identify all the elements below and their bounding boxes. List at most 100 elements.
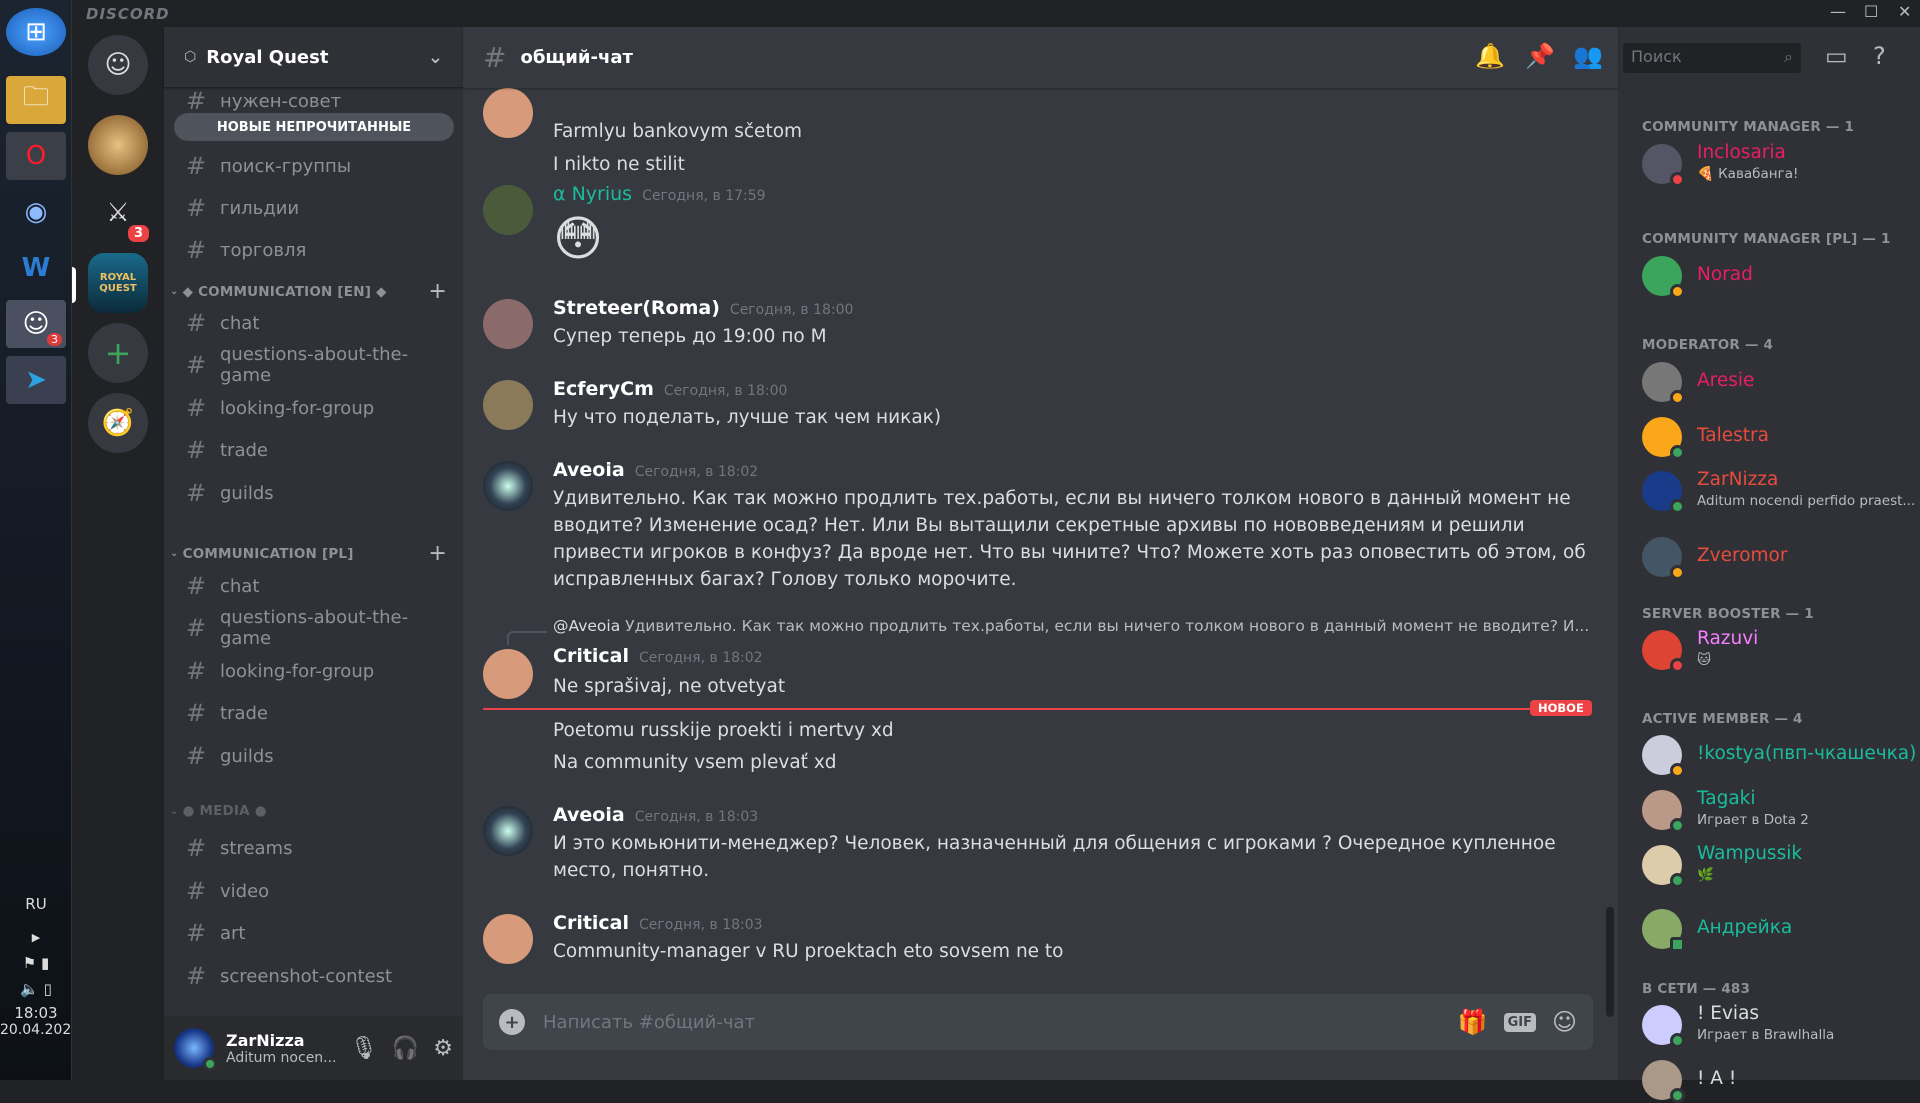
discord-taskbar-icon[interactable]: ☺ 3	[6, 300, 66, 348]
member-item[interactable]: Razuvi 🐱	[1642, 628, 1912, 673]
author-name[interactable]: Aveoia	[553, 804, 625, 826]
category-header[interactable]: ⌄ ● MEDIA ●	[170, 803, 455, 819]
help-icon[interactable]: ?	[1873, 42, 1886, 70]
chevron-down-icon[interactable]: ⌄	[428, 47, 443, 68]
attach-plus-icon[interactable]: +	[499, 1009, 525, 1035]
message-input[interactable]: Написать #общий-чат	[543, 1012, 755, 1033]
author-name[interactable]: Critical	[553, 645, 629, 667]
category-header[interactable]: ⌄ COMMUNICATION [PL] +	[170, 541, 455, 566]
avatar[interactable]	[483, 461, 533, 511]
channel-item[interactable]: # art	[174, 913, 454, 953]
channel-item[interactable]: # guilds	[174, 473, 454, 513]
member-item[interactable]: Inclosaria 🍕 Кавабанга!	[1642, 142, 1912, 187]
server-icon[interactable]: ⚔ 3	[88, 183, 152, 245]
emoji-picker-icon[interactable]: ☺	[1552, 1008, 1577, 1036]
message-composer[interactable]: + Написать #общий-чат 🎁 GIF ☺	[483, 994, 1593, 1050]
close-button[interactable]: ✕	[1898, 2, 1911, 21]
channel-item[interactable]: # chat	[174, 566, 454, 606]
member-item[interactable]: Talestra	[1642, 415, 1912, 460]
channel-item[interactable]: # guilds	[174, 736, 454, 776]
create-channel-plus-icon[interactable]: +	[428, 541, 447, 566]
member-item[interactable]: ZarNizza Aditum nocendi perfido praest...	[1642, 469, 1915, 514]
avatar[interactable]	[483, 88, 533, 138]
member-item[interactable]: Zveromor	[1642, 535, 1912, 580]
clock-time[interactable]: 18:03	[0, 1004, 72, 1022]
settings-gear-icon[interactable]: ⚙	[433, 1036, 453, 1061]
member-item[interactable]: Aresie	[1642, 360, 1912, 405]
channel-item[interactable]: # нужен-совет	[174, 87, 454, 115]
avatar[interactable]	[483, 649, 533, 699]
channel-item[interactable]: # questions-about-the-game	[174, 344, 454, 386]
reply-preview[interactable]: @Aveoia Удивительно. Как так можно продл…	[553, 617, 1589, 635]
channel-item[interactable]: # trade	[174, 430, 454, 470]
network-icon[interactable]: ⚑ ▮	[0, 954, 72, 972]
member-item[interactable]: ! A !	[1642, 1058, 1912, 1103]
language-indicator[interactable]: RU	[0, 895, 72, 913]
add-server-button[interactable]: +	[88, 323, 148, 383]
scrollbar[interactable]	[1606, 907, 1614, 1017]
member-item[interactable]: Norad	[1642, 254, 1912, 299]
server-header[interactable]: ⬡ Royal Quest ⌄	[164, 27, 463, 88]
member-item[interactable]: Tagaki Играет в Dota 2	[1642, 788, 1912, 833]
word-icon[interactable]: W	[6, 244, 66, 292]
server-royal-quest[interactable]: ROYAL QUEST	[88, 253, 148, 313]
channel-item[interactable]: # looking-for-group	[174, 388, 454, 428]
tray-expand-icon[interactable]: ▶	[0, 931, 72, 944]
telegram-icon[interactable]: ➤	[6, 356, 66, 404]
channel-item[interactable]: # гильдии	[174, 188, 454, 228]
member-item[interactable]: Wampussik 🌿	[1642, 843, 1912, 888]
member-item[interactable]: ! Evias Играет в Brawlhalla	[1642, 1003, 1912, 1048]
channel-item[interactable]: # поиск-группы	[174, 146, 454, 186]
server-icon[interactable]	[88, 115, 148, 175]
inbox-icon[interactable]: ▭	[1825, 42, 1848, 70]
channel-item[interactable]: # screenshot-contest	[174, 956, 454, 996]
avatar[interactable]	[483, 299, 533, 349]
channel-item[interactable]: # trade	[174, 693, 454, 733]
explore-servers-compass-icon[interactable]: 🧭	[88, 393, 148, 453]
avatar[interactable]	[483, 380, 533, 430]
search-input[interactable]: Поиск ⌕	[1623, 43, 1801, 73]
channel-item[interactable]: # looking-for-group	[174, 651, 454, 691]
avatar[interactable]	[483, 185, 533, 235]
headphones-icon[interactable]: 🎧	[392, 1036, 419, 1061]
microphone-icon[interactable]: 🎙	[350, 1036, 378, 1061]
user-info[interactable]: ZarNizza Aditum nocen...	[226, 1031, 337, 1066]
hash-icon: #	[186, 87, 207, 115]
status-online-icon	[1670, 1088, 1685, 1103]
members-icon[interactable]: 👥	[1573, 42, 1603, 70]
gift-icon[interactable]: 🎁	[1458, 1008, 1488, 1036]
minimize-button[interactable]: —	[1830, 2, 1846, 21]
author-name[interactable]: EcferyCm	[553, 378, 654, 400]
pin-icon[interactable]: 📌	[1525, 42, 1555, 70]
home-button[interactable]: ☺	[88, 35, 148, 95]
channel-item[interactable]: # streams	[174, 828, 454, 868]
member-activity: 🐱	[1697, 652, 1712, 668]
start-button[interactable]: ⊞	[6, 8, 66, 56]
channel-item[interactable]: # video	[174, 871, 454, 911]
channel-item[interactable]: # торговля	[174, 230, 454, 270]
volume-icon[interactable]: 🔈 ▯	[0, 980, 72, 998]
author-name[interactable]: Critical	[553, 912, 629, 934]
app-icon[interactable]: ◉	[6, 188, 66, 236]
avatar[interactable]	[174, 1028, 217, 1071]
new-unreads-pill[interactable]: НОВЫЕ НЕПРОЧИТАННЫЕ	[174, 113, 454, 141]
create-channel-plus-icon[interactable]: +	[428, 279, 447, 304]
channel-name: art	[220, 922, 246, 944]
maximize-button[interactable]: ☐	[1864, 2, 1878, 21]
author-name[interactable]: Aveoia	[553, 459, 625, 481]
channel-item[interactable]: # chat	[174, 303, 454, 343]
gif-button[interactable]: GIF	[1503, 1012, 1536, 1032]
member-item[interactable]: !kostya(пвп-чкашечка)	[1642, 733, 1916, 778]
member-item[interactable]: Андрейка	[1642, 907, 1912, 952]
explorer-icon[interactable]: 🗀	[6, 76, 66, 124]
avatar[interactable]	[483, 806, 533, 856]
category-header[interactable]: ⌄ ◆ COMMUNICATION [EN] ◆ +	[170, 279, 455, 304]
avatar[interactable]	[483, 914, 533, 964]
bell-icon[interactable]: 🔔	[1475, 42, 1505, 70]
author-name[interactable]: Streteer(Roma)	[553, 297, 720, 319]
author-name[interactable]: α Nyrius	[553, 183, 632, 205]
title-bar: DISCORD — ☐ ✕	[72, 0, 1920, 27]
clock-date[interactable]: 20.04.2021	[0, 1022, 80, 1038]
channel-item[interactable]: # questions-about-the-game	[174, 607, 454, 649]
opera-icon[interactable]: O	[6, 132, 66, 180]
